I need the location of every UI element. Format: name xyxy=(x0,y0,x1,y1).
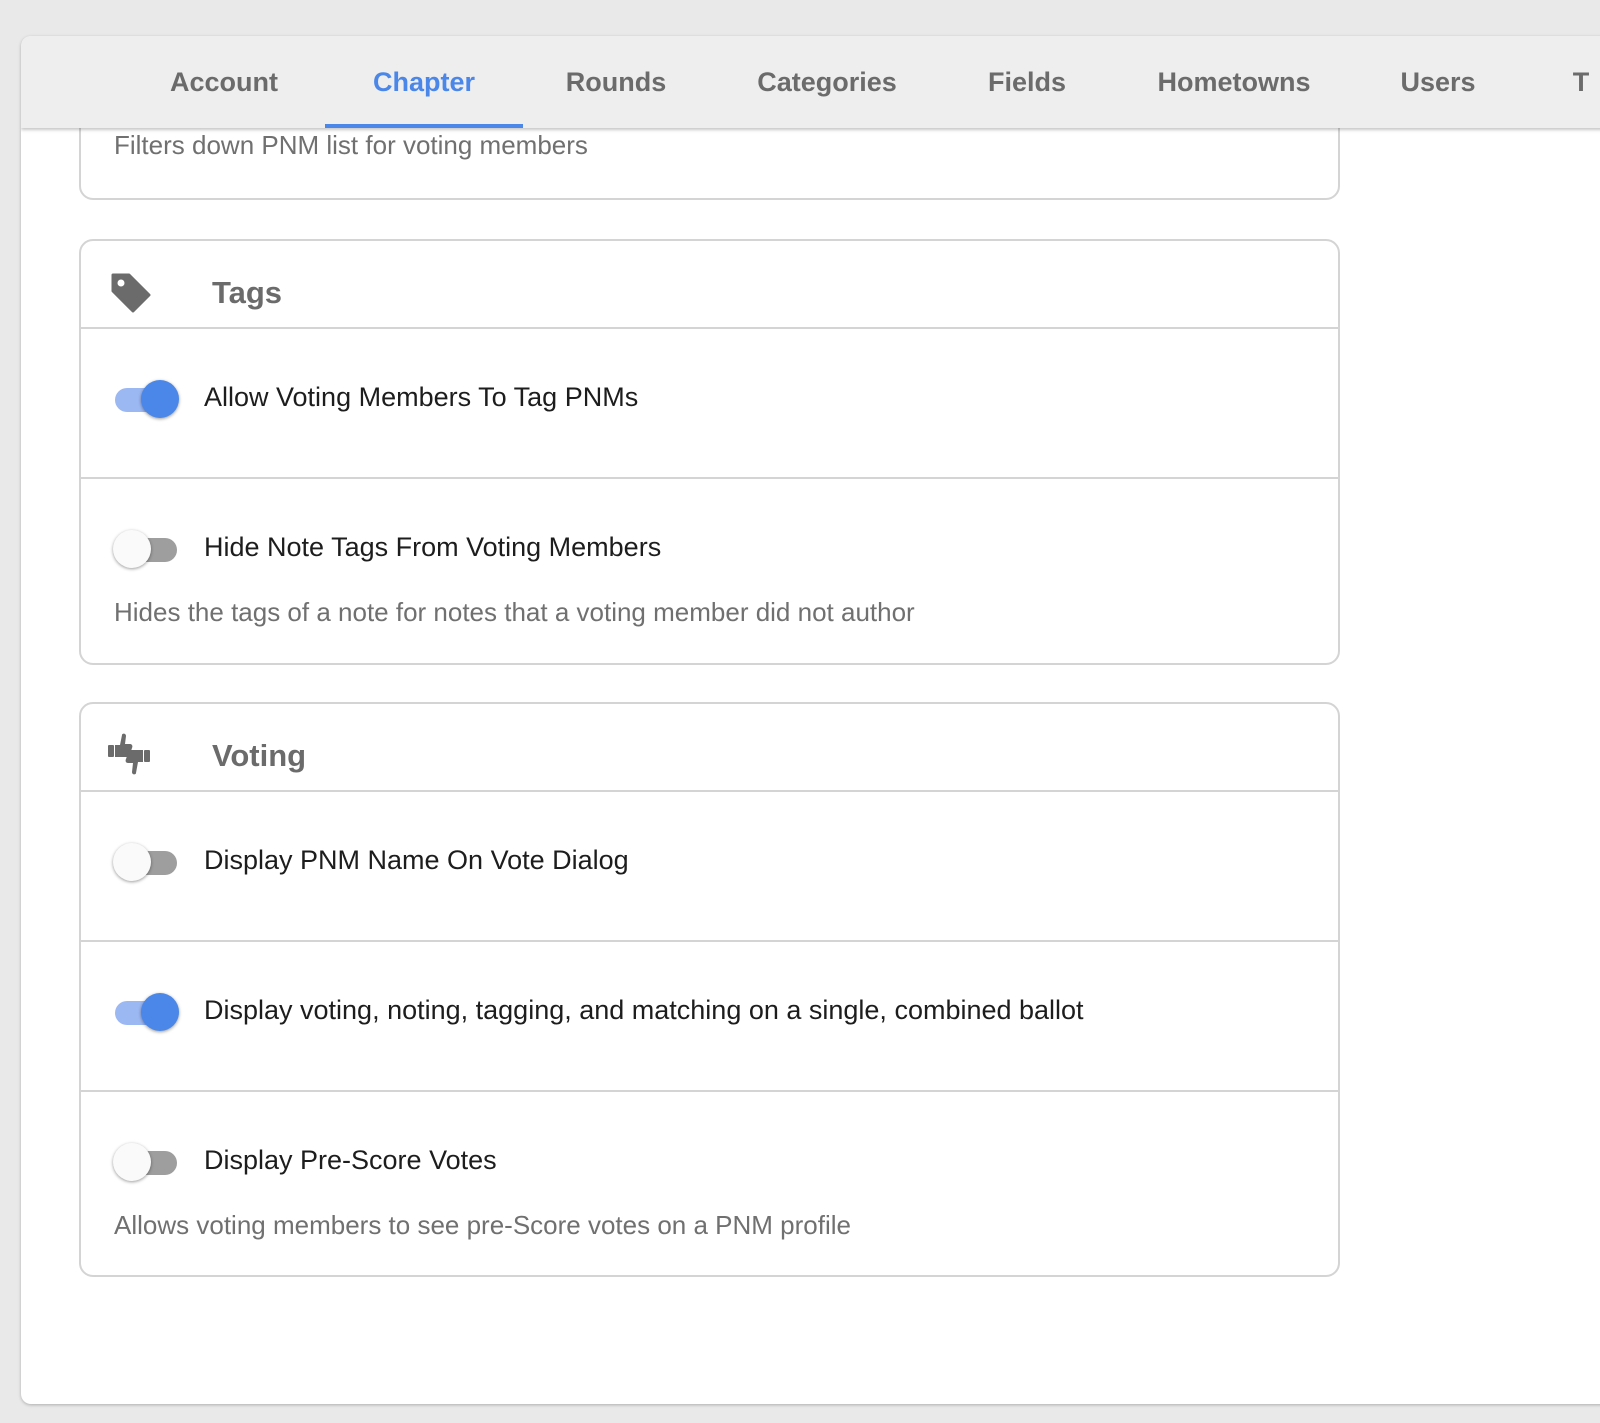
toggle-knob xyxy=(113,1143,151,1181)
tags-card-title: Tags xyxy=(212,275,283,310)
toggle-knob xyxy=(113,843,151,881)
tab-categories[interactable]: Categories xyxy=(739,36,915,128)
settings-panel: Filters down PNM list for voting members… xyxy=(21,36,1600,1404)
tab-users[interactable]: Users xyxy=(1385,36,1491,128)
tab-rounds[interactable]: Rounds xyxy=(541,36,691,128)
setting-label: Display PNM Name On Vote Dialog xyxy=(204,845,629,875)
tab-fields[interactable]: Fields xyxy=(967,36,1087,128)
tab-account[interactable]: Account xyxy=(139,36,309,128)
toggle-knob xyxy=(113,530,151,568)
setting-row-allow-tagging: Allow Voting Members To Tag PNMs xyxy=(81,329,1338,479)
voting-card-header: Voting xyxy=(81,704,1338,792)
setting-row-combined-ballot: Display voting, noting, tagging, and mat… xyxy=(81,942,1338,1092)
tag-icon xyxy=(111,273,151,313)
voting-card: Voting Display PNM Name On Vote Dialog D… xyxy=(79,702,1340,1277)
setting-row-display-pnm-name: Display PNM Name On Vote Dialog xyxy=(81,792,1338,942)
setting-description: Allows voting members to see pre-Score v… xyxy=(114,1210,851,1240)
settings-tab-bar: Account Chapter Rounds Categories Fields… xyxy=(21,36,1600,128)
tab-hometowns[interactable]: Hometowns xyxy=(1139,36,1329,128)
setting-label: Display voting, noting, tagging, and mat… xyxy=(204,995,1084,1025)
setting-label: Allow Voting Members To Tag PNMs xyxy=(204,382,639,412)
tab-chapter[interactable]: Chapter xyxy=(325,36,523,128)
tags-card: Tags Allow Voting Members To Tag PNMs Hi… xyxy=(79,239,1340,665)
pre-score-votes-toggle[interactable] xyxy=(113,1141,179,1183)
setting-row-pre-score-votes: Display Pre-Score Votes Allows voting me… xyxy=(81,1092,1338,1278)
setting-description: Filters down PNM list for voting members xyxy=(114,130,588,160)
hide-note-tags-toggle[interactable] xyxy=(113,528,179,570)
tab-more[interactable]: T xyxy=(1551,36,1600,128)
tags-card-header: Tags xyxy=(81,241,1338,329)
setting-description: Hides the tags of a note for notes that … xyxy=(114,597,915,627)
setting-row-hide-note-tags: Hide Note Tags From Voting Members Hides… xyxy=(81,479,1338,665)
combined-ballot-toggle[interactable] xyxy=(113,991,179,1033)
thumbs-up-down-icon xyxy=(108,733,150,775)
display-pnm-name-toggle[interactable] xyxy=(113,841,179,883)
allow-tagging-toggle[interactable] xyxy=(113,378,179,420)
setting-label: Hide Note Tags From Voting Members xyxy=(204,532,662,562)
toggle-knob xyxy=(141,993,179,1031)
voting-card-title: Voting xyxy=(212,738,307,773)
setting-label: Display Pre-Score Votes xyxy=(204,1145,497,1175)
toggle-knob xyxy=(141,380,179,418)
